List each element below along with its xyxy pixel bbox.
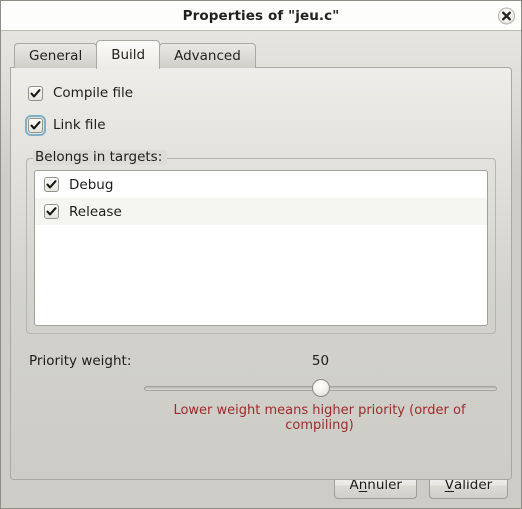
priority-weight-section: Priority weight: 50 Lower weight means h… [25, 351, 497, 433]
target-release-checkbox[interactable] [44, 204, 59, 219]
window-title: Properties of "jeu.c" [182, 7, 340, 24]
tab-build[interactable]: Build [96, 40, 161, 69]
tab-page-build: Compile file Link file Belongs in target… [10, 67, 512, 480]
slider-handle[interactable] [311, 379, 330, 397]
tab-advanced[interactable]: Advanced [159, 43, 256, 68]
compile-file-row[interactable]: Compile file [28, 82, 497, 104]
link-file-label: Link file [53, 117, 106, 133]
belongs-in-targets-group: Belongs in targets: Debug Release [26, 150, 496, 334]
belongs-in-targets-label: Belongs in targets: [33, 150, 168, 165]
targets-list[interactable]: Debug Release [34, 170, 488, 326]
list-item[interactable]: Debug [35, 171, 487, 198]
title-bar: Properties of "jeu.c" [1, 1, 521, 31]
dialog-body: General Build Advanced Compile file Link… [1, 31, 521, 508]
priority-hint-text: Lower weight means higher priority (orde… [173, 403, 466, 433]
target-release-label: Release [69, 203, 122, 220]
link-file-checkbox[interactable] [25, 114, 46, 136]
tab-advanced-label: Advanced [174, 48, 241, 64]
priority-weight-value: 50 [311, 353, 330, 369]
tab-general-label: General [29, 48, 83, 64]
compile-file-label: Compile file [53, 85, 134, 101]
properties-dialog: Properties of "jeu.c" General Build Adva… [0, 0, 522, 509]
priority-weight-label: Priority weight: [29, 353, 132, 369]
compile-file-checkbox[interactable] [28, 85, 43, 101]
target-debug-checkbox[interactable] [44, 177, 59, 192]
target-debug-label: Debug [69, 176, 114, 193]
tab-build-label: Build [111, 47, 146, 63]
list-item[interactable]: Release [35, 198, 487, 225]
link-file-row[interactable]: Link file [25, 114, 497, 136]
tab-general[interactable]: General [14, 43, 98, 68]
close-icon[interactable] [498, 7, 515, 24]
priority-weight-slider[interactable] [144, 379, 497, 397]
tab-strip: General Build Advanced [10, 40, 512, 69]
